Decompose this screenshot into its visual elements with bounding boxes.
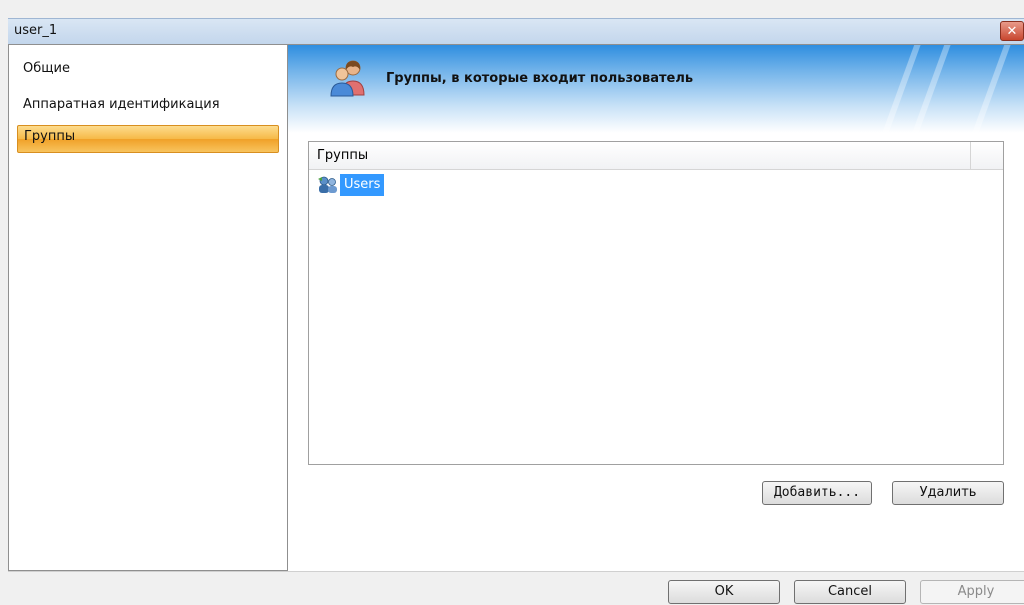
users-group-icon (330, 60, 365, 97)
column-header-groups[interactable]: Группы (309, 142, 971, 170)
user-properties-dialog: user_1 ✕ Общие Аппаратная идентификация … (0, 0, 1024, 605)
section-banner: Группы, в которые входит пользователь (288, 45, 1024, 133)
apply-button[interactable]: Apply (920, 580, 1024, 604)
groups-list[interactable]: Группы Users (308, 141, 1004, 465)
group-icon (318, 176, 337, 193)
add-group-button[interactable]: Добавить... (762, 481, 872, 505)
dialog-footer: OK Cancel Apply (8, 571, 1024, 605)
close-icon: ✕ (1006, 24, 1018, 39)
window-title: user_1 (14, 23, 58, 38)
sidebar-item-groups[interactable]: Группы (17, 125, 279, 153)
section-title: Группы, в которые входит пользователь (386, 71, 694, 86)
column-header-filler (971, 142, 1003, 170)
groups-panel: Группы, в которые входит пользователь Гр… (288, 44, 1024, 571)
close-button[interactable]: ✕ (1000, 21, 1024, 41)
ok-button[interactable]: OK (668, 580, 780, 604)
sidebar-item-hardware-identification[interactable]: Аппаратная идентификация (17, 91, 279, 119)
cancel-button[interactable]: Cancel (794, 580, 906, 604)
remove-group-button[interactable]: Удалить (892, 481, 1004, 505)
title-bar[interactable]: user_1 ✕ (8, 18, 1024, 44)
sidebar: Общие Аппаратная идентификация Группы (8, 44, 288, 571)
list-item-label: Users (340, 174, 385, 196)
sidebar-item-general[interactable]: Общие (17, 55, 279, 83)
